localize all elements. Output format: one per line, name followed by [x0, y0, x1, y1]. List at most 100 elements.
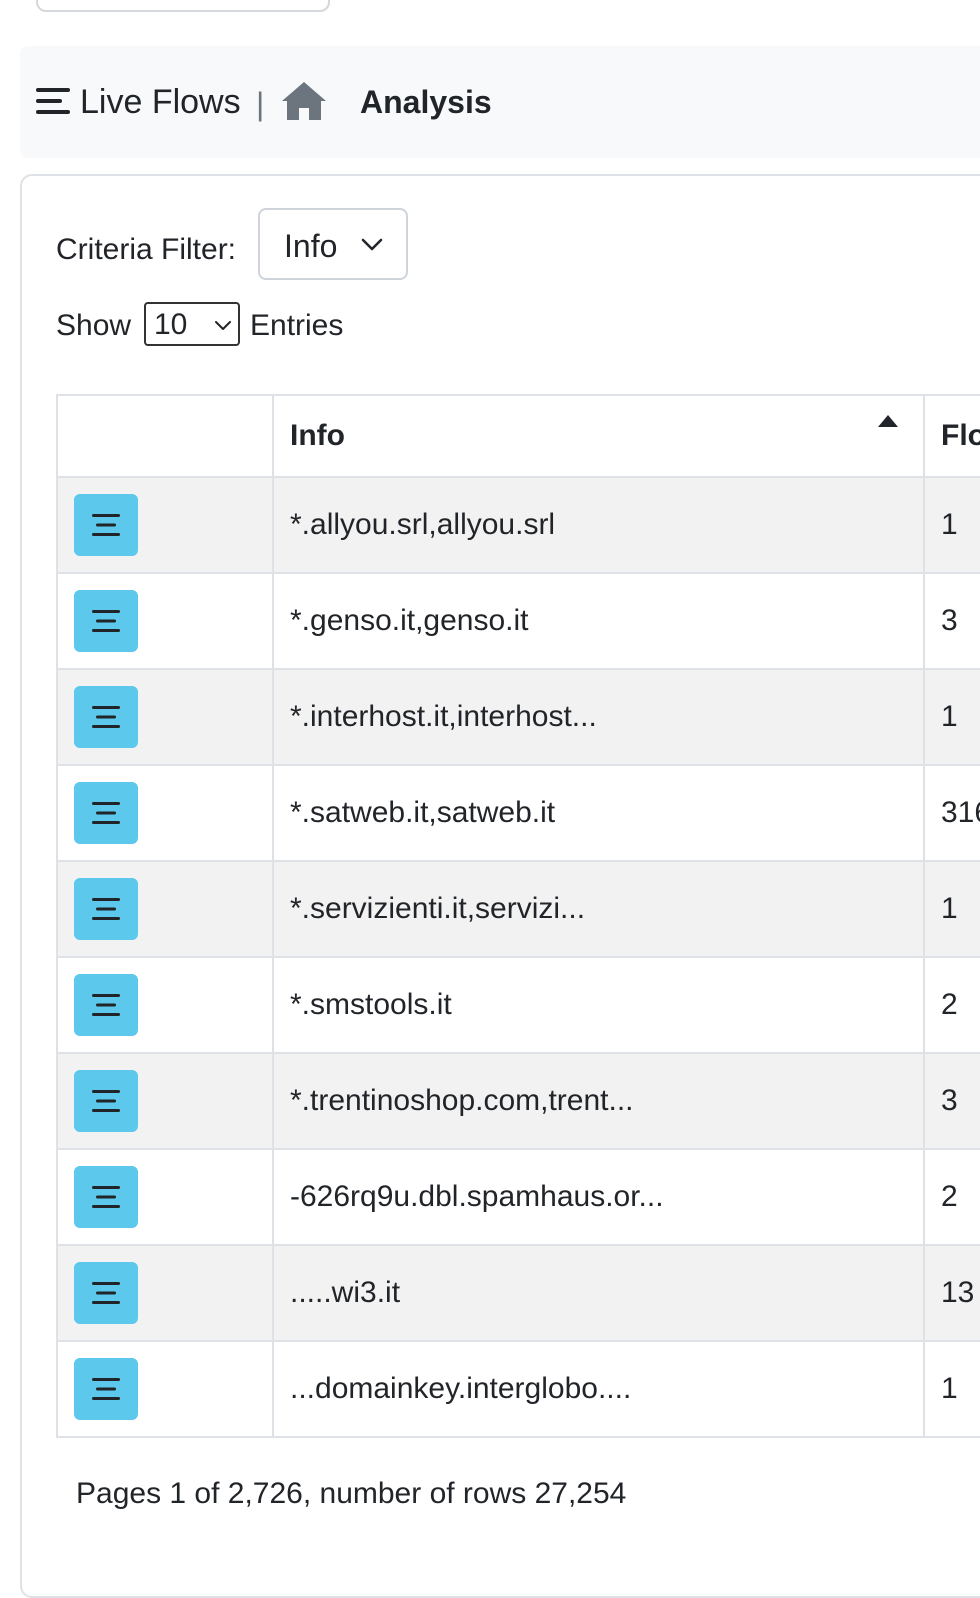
list-details-icon [92, 1090, 120, 1112]
hamburger-menu-icon[interactable] [36, 86, 70, 116]
table-header-row: Info Flo [56, 394, 980, 478]
navbar: Live Flows | Analysis [20, 46, 980, 158]
column-header-actions [56, 394, 274, 478]
flows-cell: 1 [923, 476, 980, 574]
show-label: Show [56, 309, 132, 342]
list-details-icon [92, 514, 120, 536]
action-cell [56, 572, 274, 670]
info-value: ...domainkey.interglobo.... [290, 1372, 632, 1405]
table-row: *.smstools.it 2 [56, 956, 980, 1054]
list-details-icon [92, 706, 120, 728]
pagination-info: Pages 1 of 2,726, number of rows 27,254 [76, 1477, 627, 1510]
info-value: *.genso.it,genso.it [290, 604, 529, 637]
row-details-button[interactable] [74, 878, 138, 940]
info-cell: *.interhost.it,interhost... [272, 668, 925, 766]
chevron-down-icon [215, 321, 231, 330]
flows-value: 1 [941, 892, 958, 925]
action-cell [56, 956, 274, 1054]
list-details-icon [92, 802, 120, 824]
info-value: *.allyou.srl,allyou.srl [290, 508, 556, 541]
criteria-filter-dropdown[interactable]: Info [258, 208, 408, 280]
home-icon[interactable] [280, 80, 328, 122]
table-row: *.interhost.it,interhost... 1 [56, 668, 980, 766]
table-row: *.allyou.srl,allyou.srl 1 [56, 476, 980, 574]
flows-value: 1 [941, 1372, 958, 1405]
table-row: *.satweb.it,satweb.it 316 [56, 764, 980, 862]
action-cell [56, 1052, 274, 1150]
flows-value: 2 [941, 988, 958, 1021]
entries-per-page-select[interactable]: 10 [144, 302, 240, 346]
flows-value: 2 [941, 1180, 958, 1213]
flows-table: Info Flo *.allyou.srl,allyou.srl 1 *.genso… [56, 394, 980, 1438]
info-value: *.smstools.it [290, 988, 452, 1021]
info-cell: *.smstools.it [272, 956, 925, 1054]
row-details-button[interactable] [74, 1070, 138, 1132]
info-cell: *.servizienti.it,servizi... [272, 860, 925, 958]
row-details-button[interactable] [74, 1358, 138, 1420]
table-row: *.genso.it,genso.it 3 [56, 572, 980, 670]
action-cell [56, 764, 274, 862]
list-details-icon [92, 1282, 120, 1304]
criteria-filter-label: Criteria Filter: [56, 233, 237, 266]
info-value: *.trentinoshop.com,trent... [290, 1084, 634, 1117]
top-toolbar-partial [0, 0, 980, 30]
flows-cell: 2 [923, 1148, 980, 1246]
flows-cell: 3 [923, 572, 980, 670]
row-details-button[interactable] [74, 974, 138, 1036]
breadcrumb-current: Analysis [360, 84, 492, 120]
analysis-card: Criteria Filter: Info Show 10 Entries In… [20, 174, 980, 1598]
info-cell: -626rq9u.dbl.spamhaus.or... [272, 1148, 925, 1246]
criteria-filter-value: Info [284, 228, 338, 264]
info-cell: *.genso.it,genso.it [272, 572, 925, 670]
column-header-info[interactable]: Info [272, 394, 925, 478]
action-cell [56, 1244, 274, 1342]
flows-cell: 13 [923, 1244, 980, 1342]
info-cell: *.trentinoshop.com,trent... [272, 1052, 925, 1150]
action-cell [56, 860, 274, 958]
entries-per-page-value: 10 [154, 308, 188, 341]
page-title: Live Flows [80, 83, 241, 121]
row-details-button[interactable] [74, 782, 138, 844]
list-details-icon [92, 610, 120, 632]
entries-label: Entries [250, 309, 344, 342]
action-cell [56, 476, 274, 574]
info-cell: *.allyou.srl,allyou.srl [272, 476, 925, 574]
row-details-button[interactable] [74, 494, 138, 556]
action-cell [56, 1340, 274, 1438]
flows-cell: 3 [923, 1052, 980, 1150]
info-cell: .....wi3.it [272, 1244, 925, 1342]
info-value: *.satweb.it,satweb.it [290, 796, 556, 829]
row-details-button[interactable] [74, 686, 138, 748]
sort-ascending-icon [878, 415, 898, 427]
info-cell: *.satweb.it,satweb.it [272, 764, 925, 862]
flows-value: 3 [941, 1084, 958, 1117]
chevron-down-icon [361, 238, 383, 251]
list-details-icon [92, 994, 120, 1016]
flows-cell: 1 [923, 668, 980, 766]
list-details-icon [92, 898, 120, 920]
flows-cell: 1 [923, 860, 980, 958]
info-value: *.servizienti.it,servizi... [290, 892, 586, 925]
flows-value: 3 [941, 604, 958, 637]
flows-cell: 2 [923, 956, 980, 1054]
title-divider: | [256, 86, 265, 122]
action-cell [56, 668, 274, 766]
list-details-icon [92, 1186, 120, 1208]
column-header-flows[interactable]: Flo [923, 394, 980, 478]
info-value: .....wi3.it [290, 1276, 401, 1309]
table-row: .....wi3.it 13 [56, 1244, 980, 1342]
flows-value: 316 [941, 796, 980, 829]
row-details-button[interactable] [74, 1262, 138, 1324]
row-details-button[interactable] [74, 1166, 138, 1228]
table-row: *.trentinoshop.com,trent... 3 [56, 1052, 980, 1150]
info-cell: ...domainkey.interglobo.... [272, 1340, 925, 1438]
list-details-icon [92, 1378, 120, 1400]
flows-cell: 316 [923, 764, 980, 862]
info-value: -626rq9u.dbl.spamhaus.or... [290, 1180, 664, 1213]
row-details-button[interactable] [74, 590, 138, 652]
action-cell [56, 1148, 274, 1246]
table-row: -626rq9u.dbl.spamhaus.or... 2 [56, 1148, 980, 1246]
flows-value: 1 [941, 700, 958, 733]
flows-value: 1 [941, 508, 958, 541]
search-input[interactable] [36, 0, 330, 12]
